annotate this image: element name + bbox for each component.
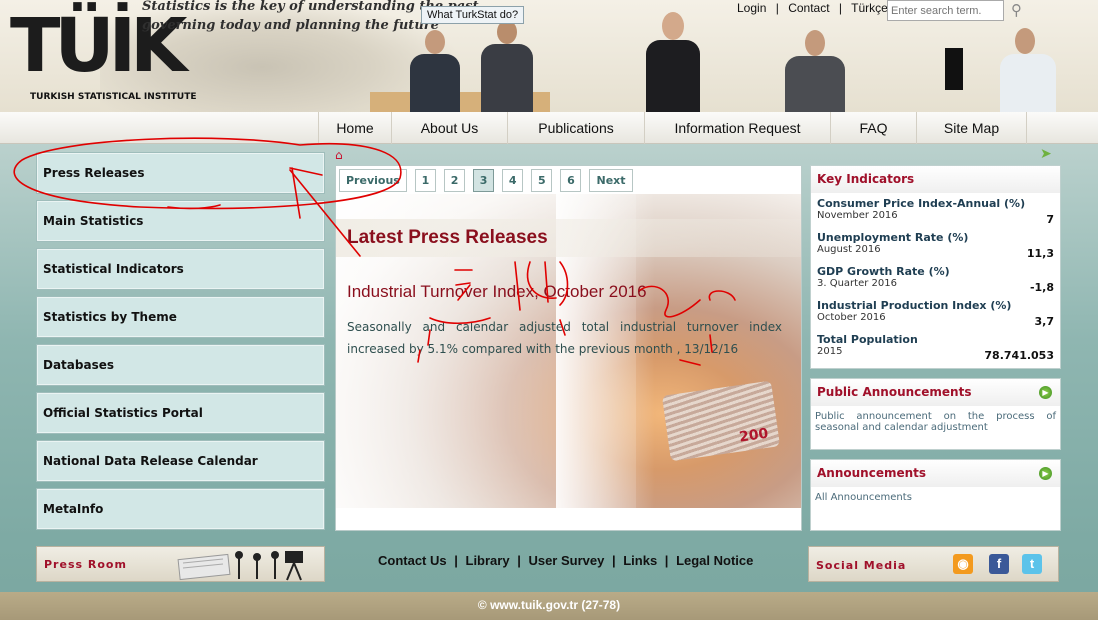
header-person-5 [945, 28, 1075, 112]
sidebar-item-release-calendar[interactable]: National Data Release Calendar [36, 440, 325, 482]
indicator-value: -1,8 [1029, 281, 1054, 294]
indicator-value: 78.741.053 [984, 349, 1054, 362]
footer-link-library[interactable]: Library [466, 553, 510, 568]
top-nav-separator-2: | [838, 1, 843, 15]
nav-about-us[interactable]: About Us [391, 112, 507, 144]
footer-link-contact-us[interactable]: Contact Us [378, 553, 447, 568]
pager-page-5[interactable]: 5 [531, 169, 553, 192]
header-person-2 [475, 20, 539, 112]
public-announcements-title: Public Announcements [817, 385, 972, 399]
indicator-period: November 2016 [817, 210, 898, 221]
indicator-value: 3,7 [1034, 315, 1055, 328]
footer-separator: | [450, 553, 462, 568]
key-indicators-panel: Key Indicators Consumer Price Index-Annu… [810, 165, 1061, 369]
banknote-denomination: 200 [738, 425, 770, 446]
footer-separator: | [661, 553, 673, 568]
press-room-label: Press Room [44, 558, 127, 571]
language-link[interactable]: Türkçe [851, 1, 888, 15]
nav-publications[interactable]: Publications [507, 112, 644, 144]
pager-page-2[interactable]: 2 [444, 169, 466, 192]
indicator-name: GDP Growth Rate (%) [817, 265, 950, 278]
twitter-icon[interactable]: t [1022, 554, 1042, 574]
search-icon[interactable]: ⚲ [1011, 1, 1031, 19]
press-room-banner[interactable]: Press Room [36, 546, 325, 582]
press-release-summary: Seasonally and calendar adjusted total i… [347, 320, 782, 356]
home-icon[interactable]: ⌂ [335, 148, 343, 162]
indicator-item[interactable]: Total Population 2015 78.741.053 [817, 333, 1054, 367]
latest-press-releases-heading: Latest Press Releases [336, 219, 801, 257]
indicator-name: Unemployment Rate (%) [817, 231, 969, 244]
social-media-label: Social Media [816, 559, 907, 572]
sidebar-item-official-statistics-portal[interactable]: Official Statistics Portal [36, 392, 325, 434]
sidebar-item-main-statistics[interactable]: Main Statistics [36, 200, 325, 242]
site-header: TÜİK TURKISH STATISTICAL INSTITUTE Stati… [0, 0, 1098, 112]
header-person-4 [780, 30, 850, 112]
footer-link-user-survey[interactable]: User Survey [528, 553, 604, 568]
indicator-period: 3. Quarter 2016 [817, 278, 897, 289]
indicator-item[interactable]: GDP Growth Rate (%) 3. Quarter 2016 -1,8 [817, 265, 1054, 299]
pager-page-1[interactable]: 1 [414, 169, 436, 192]
announcements-panel: Announcements ▶ All Announcements [810, 459, 1061, 531]
forward-arrow-icon[interactable]: ▶ [1039, 467, 1052, 480]
copyright-bar: © www.tuik.gov.tr (27-78) [0, 592, 1098, 620]
sidebar: Press Releases Main Statistics Statistic… [36, 152, 325, 536]
key-indicators-title: Key Indicators [811, 166, 1060, 193]
nav-site-map[interactable]: Site Map [916, 112, 1027, 144]
what-turkstat-do-bubble[interactable]: What TurkStat do? [421, 6, 525, 24]
latest-press-releases-panel: 200 Previous 1 2 3 4 5 6 Next Latest Pre… [335, 165, 802, 531]
facebook-icon[interactable]: f [989, 554, 1009, 574]
pager-page-4[interactable]: 4 [502, 169, 524, 192]
main-nav: Home About Us Publications Information R… [0, 112, 1098, 144]
indicator-item[interactable]: Unemployment Rate (%) August 2016 11,3 [817, 231, 1054, 265]
footer-link-links[interactable]: Links [623, 553, 657, 568]
sidebar-item-press-releases[interactable]: Press Releases [36, 152, 325, 194]
footer-separator: | [513, 553, 525, 568]
press-release-title[interactable]: Industrial Turnover Index, October 2016 [347, 282, 647, 302]
indicator-item[interactable]: Industrial Production Index (%) October … [817, 299, 1054, 333]
sidebar-item-metainfo[interactable]: MetaInfo [36, 488, 325, 530]
announcements-title: Announcements [817, 466, 927, 480]
public-announcement-link[interactable]: Public announcement on the process of se… [811, 406, 1060, 438]
contact-link[interactable]: Contact [788, 1, 829, 15]
login-link[interactable]: Login [737, 1, 766, 15]
search-input[interactable] [887, 0, 1004, 21]
header-person-3 [640, 12, 706, 112]
sidebar-item-statistics-by-theme[interactable]: Statistics by Theme [36, 296, 325, 338]
top-nav-separator: | [775, 1, 779, 15]
nav-home[interactable]: Home [318, 112, 391, 144]
pagination: Previous 1 2 3 4 5 6 Next [339, 169, 636, 192]
microphones-icon [177, 551, 303, 581]
indicator-name: Total Population [817, 333, 918, 346]
public-announcements-header: Public Announcements ▶ [811, 379, 1060, 406]
back-arrow-icon[interactable]: ➤ [1040, 146, 1052, 162]
forward-arrow-icon[interactable]: ▶ [1039, 386, 1052, 399]
pager-page-6[interactable]: 6 [560, 169, 582, 192]
announcements-header: Announcements ▶ [811, 460, 1060, 487]
footer-separator: | [608, 553, 620, 568]
indicator-name: Consumer Price Index-Annual (%) [817, 197, 1026, 210]
sidebar-item-statistical-indicators[interactable]: Statistical Indicators [36, 248, 325, 290]
pager-previous[interactable]: Previous [339, 169, 407, 192]
all-announcements-link[interactable]: All Announcements [811, 487, 1060, 508]
indicator-period: August 2016 [817, 244, 881, 255]
indicator-value: 11,3 [1026, 247, 1054, 260]
indicator-period: October 2016 [817, 312, 886, 323]
social-media-bar: Social Media ◉ f t [808, 546, 1059, 582]
public-announcements-panel: Public Announcements ▶ Public announceme… [810, 378, 1061, 450]
footer-links: Contact Us | Library | User Survey | Lin… [378, 553, 757, 568]
logo-subtitle: TURKISH STATISTICAL INSTITUTE [30, 92, 197, 102]
pager-page-3[interactable]: 3 [473, 169, 495, 192]
pager-next[interactable]: Next [589, 169, 633, 192]
indicator-item[interactable]: Consumer Price Index-Annual (%) November… [817, 197, 1054, 231]
indicator-name: Industrial Production Index (%) [817, 299, 1012, 312]
nav-information-request[interactable]: Information Request [644, 112, 830, 144]
header-person-1 [405, 30, 465, 112]
indicator-value: 7 [1046, 213, 1054, 226]
footer-link-legal-notice[interactable]: Legal Notice [676, 553, 753, 568]
top-nav: Login | Contact | Türkçe [737, 1, 894, 15]
nav-faq[interactable]: FAQ [830, 112, 916, 144]
sidebar-item-databases[interactable]: Databases [36, 344, 325, 386]
rss-icon[interactable]: ◉ [953, 554, 973, 574]
